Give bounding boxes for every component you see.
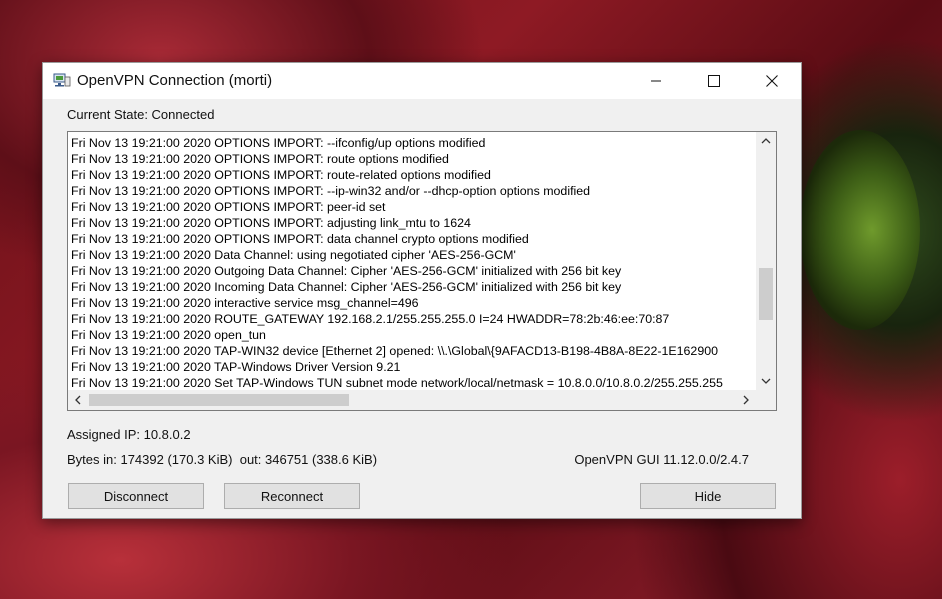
log-line: Fri Nov 13 19:21:00 2020 interactive ser… [71,296,419,310]
close-button[interactable] [743,63,801,99]
log-textbox[interactable]: Fri Nov 13 19:21:00 2020 OPTIONS IMPORT:… [67,131,777,411]
log-line: Fri Nov 13 19:21:00 2020 open_tun [71,328,266,342]
close-icon [766,75,778,87]
horizontal-scroll-thumb[interactable] [89,394,349,406]
wallpaper-flower-center [800,130,920,330]
minimize-icon [651,80,661,82]
disconnect-button[interactable]: Disconnect [68,483,204,509]
log-line: Fri Nov 13 19:21:00 2020 OPTIONS IMPORT:… [71,168,491,182]
vertical-scroll-thumb[interactable] [759,268,773,320]
current-state-label: Current State: Connected [67,107,215,122]
log-line: Fri Nov 13 19:21:00 2020 TAP-Windows Dri… [71,360,401,374]
scroll-up-button[interactable] [756,132,776,150]
window-title: OpenVPN Connection (morti) [77,72,273,89]
hide-button[interactable]: Hide [640,483,776,509]
log-line: Fri Nov 13 19:21:00 2020 OPTIONS IMPORT:… [71,184,591,198]
vertical-scrollbar[interactable] [756,132,776,390]
log-line: Fri Nov 13 19:21:00 2020 OPTIONS IMPORT:… [71,200,386,214]
scroll-right-button[interactable] [736,390,756,410]
log-line: Fri Nov 13 19:21:00 2020 OPTIONS IMPORT:… [71,136,486,150]
scrollbar-corner [756,390,776,410]
maximize-icon [708,75,720,87]
chevron-right-icon [743,395,749,405]
log-line: Fri Nov 13 19:21:00 2020 Incoming Data C… [71,280,622,294]
log-line: Fri Nov 13 19:21:00 2020 OPTIONS IMPORT:… [71,216,471,230]
scroll-left-button[interactable] [68,390,88,410]
maximize-button[interactable] [685,63,743,99]
log-line: Fri Nov 13 19:21:00 2020 Data Channel: u… [71,248,516,262]
minimize-button[interactable] [627,63,685,99]
horizontal-scrollbar[interactable] [68,390,756,410]
log-line: Fri Nov 13 19:21:00 2020 Set TAP-Windows… [71,376,723,389]
scroll-down-button[interactable] [756,372,776,390]
bytes-transferred-label: Bytes in: 174392 (170.3 KiB) out: 346751… [67,452,378,467]
log-line: Fri Nov 13 19:21:00 2020 ROUTE_GATEWAY 1… [71,312,670,326]
log-line: Fri Nov 13 19:21:00 2020 TAP-WIN32 devic… [71,344,718,358]
openvpn-connection-window: OpenVPN Connection (morti) Current State… [42,62,802,519]
reconnect-button[interactable]: Reconnect [224,483,360,509]
chevron-up-icon [761,138,771,144]
title-bar[interactable]: OpenVPN Connection (morti) [43,63,801,99]
chevron-left-icon [75,395,81,405]
network-computer-icon [53,73,71,87]
assigned-ip-label: Assigned IP: 10.8.0.2 [67,427,191,442]
log-line: Fri Nov 13 19:21:00 2020 OPTIONS IMPORT:… [71,232,529,246]
log-lines: Fri Nov 13 19:21:00 2020 OPTIONS IMPORT:… [71,135,755,389]
version-label: OpenVPN GUI 11.12.0.0/2.4.7 [574,452,749,467]
log-line: Fri Nov 13 19:21:00 2020 OPTIONS IMPORT:… [71,152,449,166]
log-line: Fri Nov 13 19:21:00 2020 Outgoing Data C… [71,264,622,278]
chevron-down-icon [761,378,771,384]
